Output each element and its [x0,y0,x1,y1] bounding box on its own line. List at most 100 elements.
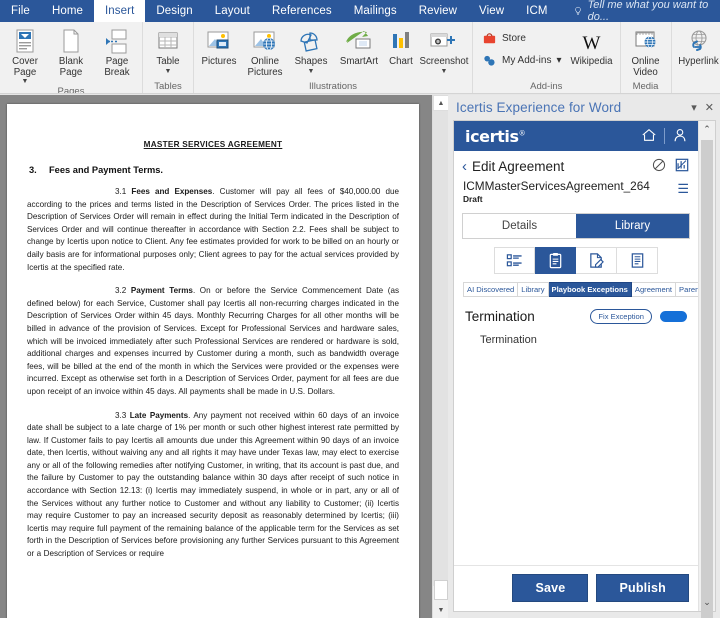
store-label: Store [502,33,526,44]
document-lines-icon-button[interactable] [617,247,658,274]
publish-button[interactable]: Publish [596,574,689,602]
paragraph-text: . Any payment not received within 60 day… [27,411,399,559]
store-icon [481,30,497,46]
ribbon-group-label-links: Links [674,80,720,93]
document-scroll-track[interactable] [433,111,449,586]
ribbon-tab-layout[interactable]: Layout [204,0,261,22]
paragraph-text: . On or before the Service Commencement … [27,286,399,396]
library-subtabs: AI Discovered Library Playbook Exception… [463,282,690,297]
segment-library[interactable]: Library [576,214,689,238]
subtab-ai-discovered[interactable]: AI Discovered [463,282,518,297]
subtab-agreement[interactable]: Agreement [632,282,676,297]
panel-scroll-thumb[interactable] [701,140,713,618]
document-paragraph: 3.1 Fees and Expenses. Customer will pay… [27,186,399,274]
document-scroll-thumb[interactable] [434,580,448,600]
hamburger-icon[interactable]: ☰ [677,179,689,195]
cover-page-label: Cover Page [12,57,38,78]
subtab-playbook-exceptions[interactable]: Playbook Exceptions [549,282,632,297]
shapes-label: Shapes [295,57,328,68]
ribbon-tab-bar: File Home Insert Design Layout Reference… [0,0,720,22]
user-icon[interactable] [672,127,688,146]
chevron-down-icon[interactable]: ▾ [691,101,697,114]
task-pane-titlebar: Icertis Experience for Word ▾ ✕ [448,95,720,120]
chart-label: Chart [389,57,413,68]
hyperlink-button[interactable]: Hyperlink [674,26,720,68]
ribbon-tab-review[interactable]: Review [408,0,468,22]
word-application-window: File Home Insert Design Layout Reference… [0,0,720,618]
ribbon-tab-references[interactable]: References [261,0,343,22]
ribbon-group-media: Online Video Media [620,22,671,93]
tell-me-label: Tell me what you want to do... [588,0,720,23]
chevron-down-icon[interactable]: ▾ [556,55,561,66]
panel-scroll-down-icon[interactable]: ⌄ [699,594,715,611]
chevron-down-icon[interactable]: ▼ [441,68,448,75]
blank-page-button[interactable]: Blank Page [48,26,94,78]
document-heading-number: 3. [29,165,49,175]
paragraph-text: . Customer will pay all fees of $40,000.… [27,187,399,272]
ribbon-tab-home[interactable]: Home [41,0,94,22]
clause-sub-item[interactable]: Termination [454,324,698,346]
online-video-button[interactable]: Online Video [623,26,669,78]
ribbon-group-label-addins: Add-ins [475,80,618,93]
chevron-down-icon[interactable]: ▼ [165,68,172,75]
clause-toggle[interactable] [660,311,687,322]
icertis-header: icertis® [454,121,698,151]
ribbon-tab-design[interactable]: Design [145,0,203,22]
scroll-down-icon[interactable]: ▼ [433,602,449,618]
ribbon-group-addins: Store My Add-ins ▾ [472,22,620,93]
ribbon-group-tables: Table ▼ Tables [142,22,193,93]
shapes-icon [297,29,325,55]
screenshot-button[interactable]: Screenshot ▼ [418,26,470,75]
panel-scroll-track[interactable] [699,138,715,594]
list-attributes-icon-button[interactable] [494,247,535,274]
table-button[interactable]: Table ▼ [145,26,191,75]
fix-exception-button[interactable]: Fix Exception [590,309,652,324]
page-break-button[interactable]: Page Break [94,26,140,78]
subtab-library[interactable]: Library [518,282,548,297]
no-entry-icon[interactable] [652,158,666,175]
ribbon-tab-icm[interactable]: ICM [515,0,558,22]
tell-me-search[interactable]: Tell me what you want to do... [559,0,720,22]
paragraph-lead: Payment Terms [131,286,193,295]
ribbon-tab-insert[interactable]: Insert [94,0,145,22]
chart-button[interactable]: Chart [384,26,418,68]
list-attributes-icon [506,252,523,269]
ribbon-tab-mailings[interactable]: Mailings [343,0,408,22]
ribbon-tab-file[interactable]: File [0,0,41,22]
shapes-button[interactable]: Shapes ▼ [288,26,334,75]
ribbon-tab-view[interactable]: View [468,0,515,22]
document-page[interactable]: MASTER SERVICES AGREEMENT 3.Fees and Pay… [7,104,419,618]
table-icon [155,29,181,55]
task-pane-scrollbar[interactable]: ⌃ ⌄ [698,121,715,611]
blank-page-icon [59,29,83,55]
online-pictures-button[interactable]: Online Pictures [242,26,288,78]
document-scrollbar[interactable]: ▲ ▼ [432,95,448,618]
panel-scroll-up-icon[interactable]: ⌃ [699,121,715,138]
segment-details[interactable]: Details [463,214,576,238]
home-icon[interactable] [641,127,657,146]
clause-name: Termination [465,309,535,324]
my-addins-button[interactable]: My Add-ins ▾ [481,52,562,68]
chart-report-icon[interactable] [675,158,689,175]
wikipedia-button[interactable]: W Wikipedia [566,26,618,68]
scroll-up-icon[interactable]: ▲ [433,95,449,111]
back-chevron-icon[interactable]: ‹ [462,159,467,174]
cover-page-button[interactable]: Cover Page ▼ [2,26,48,85]
header-divider [664,128,665,144]
ribbon-group-pages: Cover Page ▼ Blank Page [0,22,142,93]
document-edit-icon-button[interactable] [576,247,617,274]
clipboard-icon-button[interactable] [535,247,576,274]
agreement-document-row: ICMMasterServicesAgreement_264 Draft ☰ [454,177,698,204]
close-icon[interactable]: ✕ [705,101,714,114]
pictures-button[interactable]: Pictures [196,26,242,68]
save-button[interactable]: Save [512,574,588,602]
paragraph-number: 3.1 [71,186,126,199]
document-canvas[interactable]: MASTER SERVICES AGREEMENT 3.Fees and Pay… [0,95,432,618]
chevron-down-icon[interactable]: ▼ [22,78,29,85]
store-button[interactable]: Store [481,30,562,46]
chevron-down-icon[interactable]: ▼ [308,68,315,75]
pictures-icon [205,29,233,55]
smartart-button[interactable]: SmartArt [334,26,384,68]
lightbulb-icon [573,6,583,17]
ribbon-group-links: Hyperlink Bookmark [671,22,720,93]
